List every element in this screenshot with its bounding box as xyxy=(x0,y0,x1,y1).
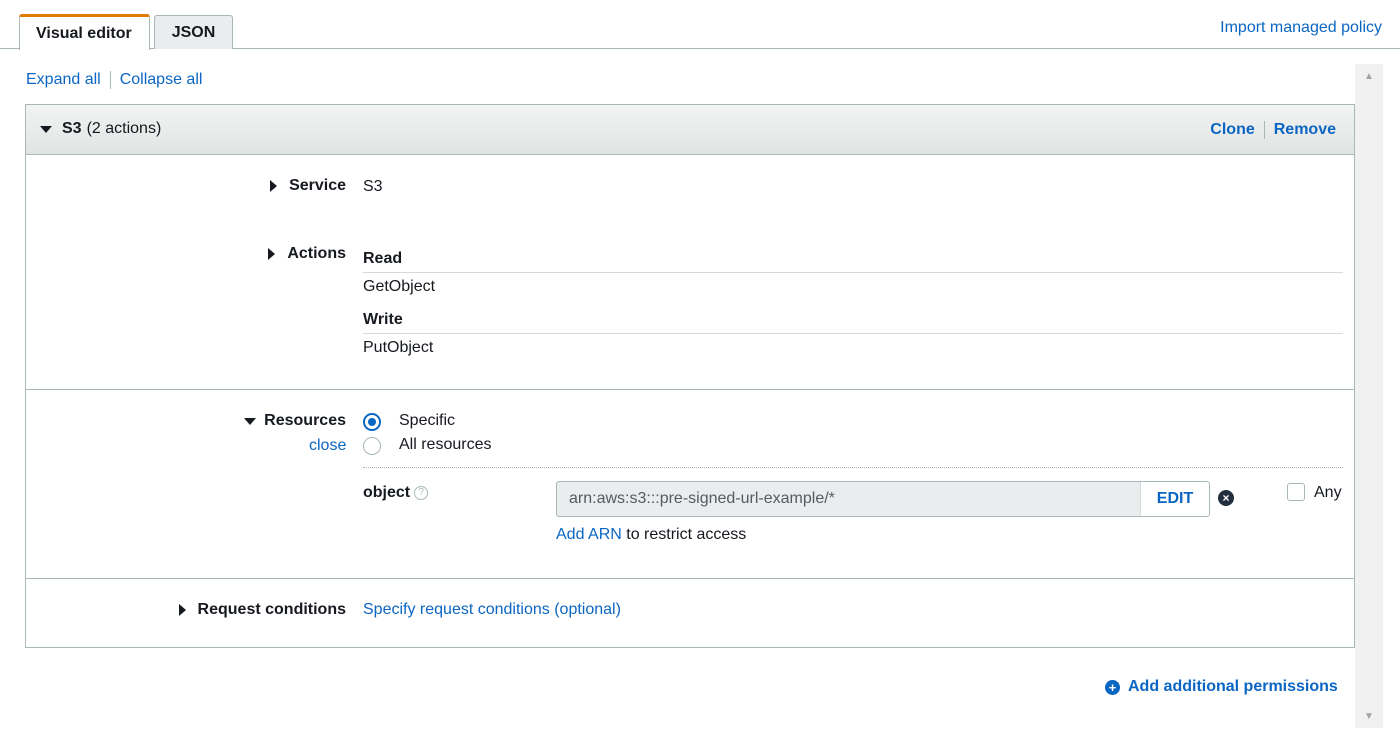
radio-specific-label[interactable]: Specific xyxy=(399,412,455,430)
actions-group-read-heading: Read xyxy=(363,250,1343,273)
collapse-all-link[interactable]: Collapse all xyxy=(120,71,203,89)
add-arn-link[interactable]: Add ARN xyxy=(556,526,622,543)
tab-json[interactable]: JSON xyxy=(154,15,233,49)
radio-all-resources[interactable] xyxy=(363,437,381,455)
link-divider xyxy=(109,71,111,89)
tab-visual-editor[interactable]: Visual editor xyxy=(19,14,150,50)
statement-actions: Clone Remove xyxy=(1210,121,1336,139)
arn-value: arn:aws:s3:::pre-signed-url-example/* xyxy=(569,490,835,507)
add-arn-row: Add ARN to restrict access xyxy=(556,526,746,544)
tab-json-label: JSON xyxy=(171,23,216,41)
statement-service-name: S3 xyxy=(62,120,82,137)
actions-section-toggle[interactable]: Actions xyxy=(26,245,346,263)
section-divider xyxy=(26,578,1354,579)
triangle-right-icon xyxy=(178,604,186,616)
triangle-right-icon xyxy=(268,248,276,260)
close-circle-icon[interactable]: × xyxy=(1218,490,1234,506)
object-label: object xyxy=(363,484,411,501)
specify-request-conditions-link[interactable]: Specify request conditions (optional) xyxy=(363,601,621,619)
radio-specific[interactable] xyxy=(363,413,381,431)
statement-action-count: (2 actions) xyxy=(86,120,162,137)
help-circle-icon[interactable]: ? xyxy=(414,486,429,500)
edit-arn-button[interactable]: EDIT xyxy=(1140,482,1209,516)
tab-visual-editor-label: Visual editor xyxy=(36,24,132,42)
any-checkbox[interactable] xyxy=(1287,483,1305,501)
add-arn-suffix: to restrict access xyxy=(621,526,747,543)
scroll-down-icon[interactable]: ▼ xyxy=(1355,706,1383,726)
remove-button[interactable]: Remove xyxy=(1274,121,1336,139)
triangle-down-icon xyxy=(40,125,52,133)
resources-section-toggle[interactable]: Resources xyxy=(26,412,346,430)
vertical-scrollbar[interactable]: ▲ ▼ xyxy=(1355,64,1383,728)
plus-circle-icon: + xyxy=(1105,679,1120,695)
any-checkbox-label[interactable]: Any xyxy=(1314,484,1342,502)
statement-header[interactable]: S3 (2 actions) Clone Remove xyxy=(26,105,1354,155)
actions-label: Actions xyxy=(287,245,346,262)
triangle-right-icon xyxy=(270,180,278,192)
triangle-down-icon xyxy=(244,417,257,425)
import-managed-policy-link[interactable]: Import managed policy xyxy=(1220,19,1382,37)
expand-all-link[interactable]: Expand all xyxy=(26,71,101,89)
action-item-putobject: PutObject xyxy=(363,339,434,356)
request-conditions-toggle[interactable]: Request conditions xyxy=(26,601,346,619)
radio-all-resources-label[interactable]: All resources xyxy=(399,436,491,454)
resources-label: Resources xyxy=(264,412,346,429)
add-additional-permissions-label: Add additional permissions xyxy=(1128,678,1338,695)
policy-statement-card: S3 (2 actions) Clone Remove Service S3 A… xyxy=(25,104,1355,648)
resources-dotted-divider xyxy=(363,467,1343,468)
add-additional-permissions-button[interactable]: + Add additional permissions xyxy=(1105,678,1338,696)
actions-group-write-heading: Write xyxy=(363,311,1343,334)
resources-close-link[interactable]: close xyxy=(309,437,346,455)
tab-bar: Visual editor JSON Import managed policy xyxy=(0,0,1400,50)
service-label: Service xyxy=(289,177,346,194)
service-section-toggle[interactable]: Service xyxy=(26,177,346,195)
arn-field: arn:aws:s3:::pre-signed-url-example/* ED… xyxy=(556,481,1210,517)
clone-button[interactable]: Clone xyxy=(1210,121,1254,139)
action-item-getobject: GetObject xyxy=(363,278,436,295)
service-value: S3 xyxy=(363,178,383,195)
request-conditions-label: Request conditions xyxy=(197,601,346,618)
statement-title[interactable]: S3 (2 actions) xyxy=(40,120,161,138)
header-divider xyxy=(1263,121,1265,139)
section-divider xyxy=(26,389,1354,390)
expand-collapse-controls: Expand all Collapse all xyxy=(26,71,202,89)
scroll-up-icon[interactable]: ▲ xyxy=(1355,66,1383,86)
object-resource-label: object ? xyxy=(363,484,429,502)
